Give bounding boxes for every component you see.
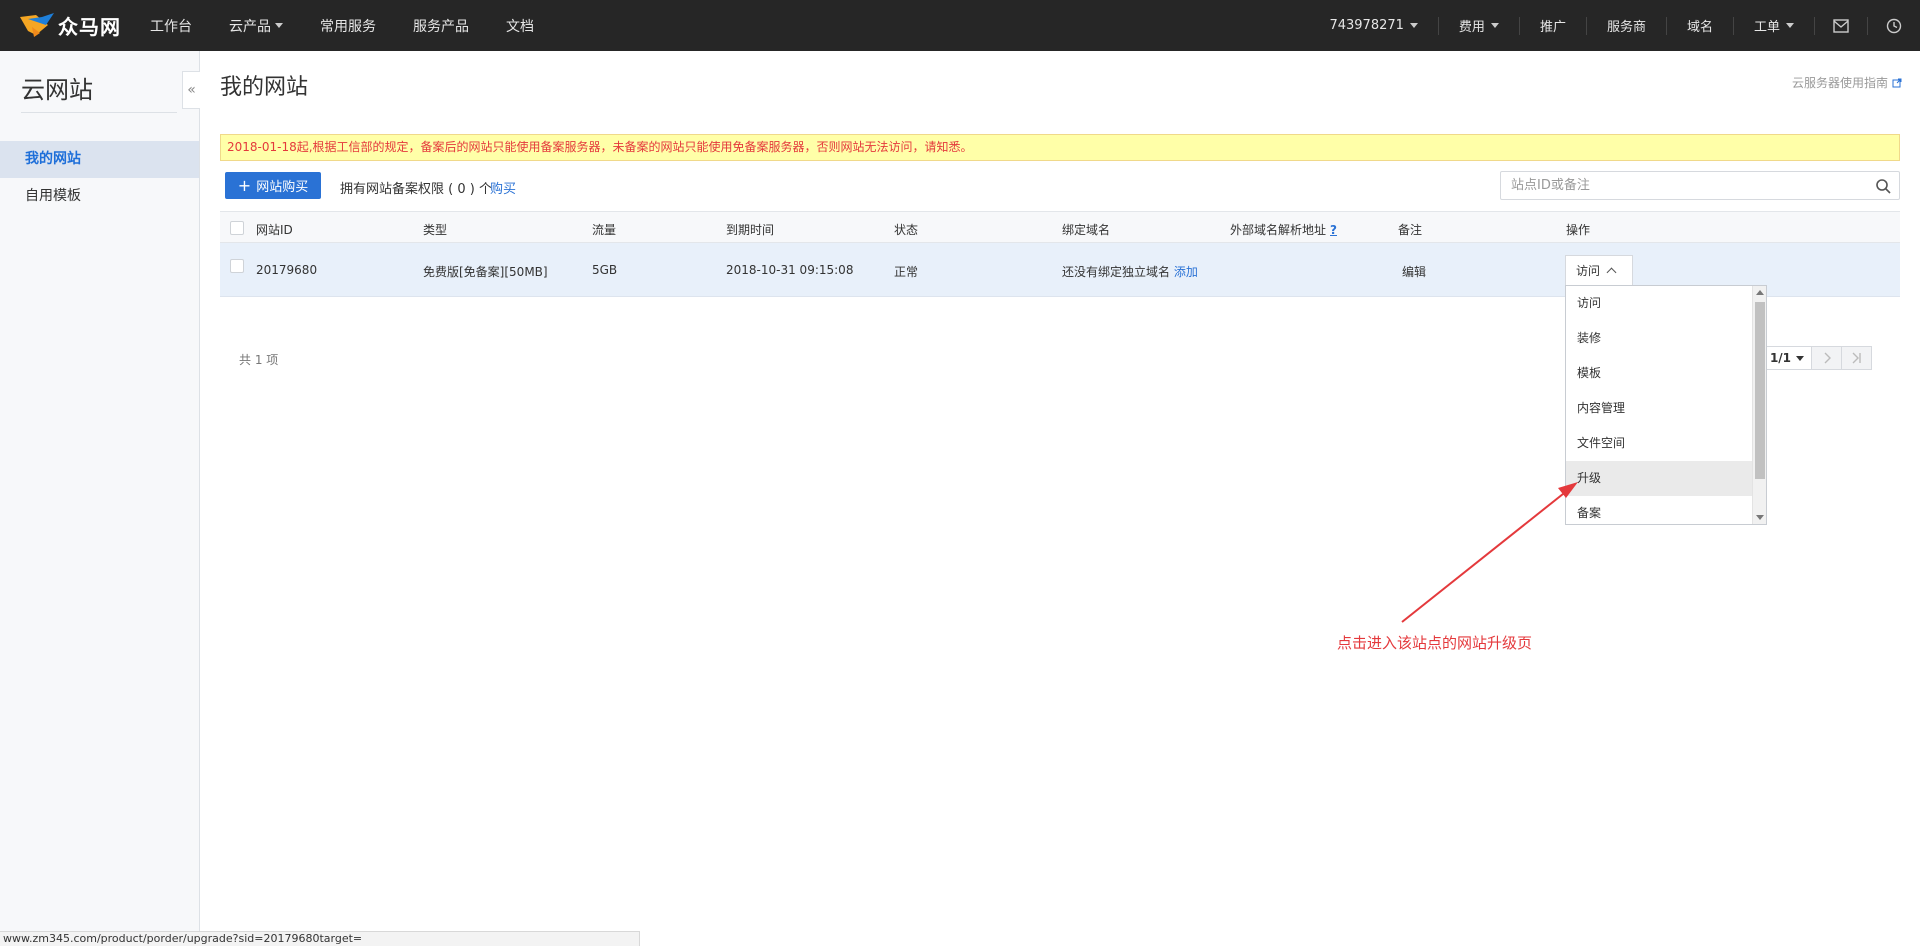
ticket-label: 工单: [1753, 20, 1780, 35]
scroll-up-icon[interactable]: [1756, 290, 1764, 295]
operation-select-label: 访问: [1576, 264, 1601, 278]
col-site-id: 网站ID: [256, 223, 293, 237]
sidebar-collapse-button[interactable]: «: [182, 71, 200, 109]
page-indicator: 1/1: [1769, 351, 1792, 365]
operation-select[interactable]: 访问: [1565, 255, 1633, 285]
select-all-checkbox[interactable]: [230, 221, 244, 235]
dropdown-option-visit[interactable]: 访问: [1566, 286, 1752, 321]
domain-link[interactable]: 域名: [1665, 16, 1733, 35]
guide-link-label: 云服务器使用指南: [1791, 76, 1888, 90]
col-type: 类型: [423, 223, 448, 237]
top-navbar: 众马网 工作台 云产品 常用服务 服务产品 文档 743978271 费用 推广…: [0, 0, 1920, 51]
caret-down-icon: [1409, 23, 1418, 28]
page-title: 我的网站: [220, 75, 309, 100]
clock-icon: [1886, 18, 1902, 33]
cell-type: 免费版[免备案][50MB]: [423, 265, 548, 279]
dropdown-option-upgrade[interactable]: 升级: [1566, 461, 1752, 496]
dropdown-option-decorate[interactable]: 装修: [1566, 321, 1752, 356]
nav-cloud-products[interactable]: 云产品: [229, 16, 283, 36]
top-nav: 工作台 云产品 常用服务 服务产品 文档: [150, 0, 571, 51]
sidebar-item-templates[interactable]: 自用模板: [0, 178, 199, 215]
row-checkbox[interactable]: [230, 259, 244, 273]
search-box: [1500, 171, 1900, 200]
sidebar: 云网站 我的网站 自用模板: [0, 51, 200, 946]
col-external-label: 外部域名解析地址: [1230, 223, 1327, 237]
col-expire: 到期时间: [726, 223, 775, 237]
history-button[interactable]: [1867, 16, 1920, 35]
nav-common-services[interactable]: 常用服务: [320, 16, 376, 36]
status-url-bar: www.zm345.com/product/porder/upgrade?sid…: [0, 931, 640, 946]
quota-buy-link[interactable]: 购买: [490, 178, 516, 197]
fees-label: 费用: [1458, 20, 1485, 35]
cell-expire: 2018-10-31 09:15:08: [726, 263, 854, 277]
sidebar-title: 云网站: [21, 76, 93, 104]
brand-name: 众马网: [58, 14, 121, 39]
brand-logo-icon: [20, 13, 54, 37]
dropdown-option-content[interactable]: 内容管理: [1566, 391, 1752, 426]
caret-down-icon: [1490, 23, 1499, 28]
next-page-button[interactable]: [1812, 346, 1842, 370]
scroll-down-icon[interactable]: [1756, 515, 1764, 520]
promote-link[interactable]: 推广: [1518, 16, 1586, 35]
add-domain-link[interactable]: 添加: [1174, 265, 1198, 279]
account-menu[interactable]: 743978271: [1309, 17, 1437, 35]
last-page-button[interactable]: [1842, 346, 1872, 370]
search-icon[interactable]: [1875, 178, 1891, 194]
table-header: 网站ID 类型 流量 到期时间 状态 绑定域名 外部域名解析地址? 备注 操作: [220, 211, 1900, 243]
brand-logo[interactable]: 众马网: [18, 9, 121, 41]
dropdown-option-filing[interactable]: 备案: [1566, 496, 1752, 524]
top-right-menu: 743978271 费用 推广 服务商 域名 工单: [1309, 0, 1920, 51]
annotation-text: 点击进入该站点的网站升级页: [1337, 634, 1533, 652]
account-id: 743978271: [1329, 18, 1404, 33]
cell-traffic: 5GB: [592, 263, 618, 277]
double-chevron-left-icon: «: [187, 82, 196, 98]
edit-remark-link[interactable]: 编辑: [1402, 263, 1426, 280]
col-status: 状态: [894, 223, 919, 237]
last-page-icon: [1852, 352, 1861, 364]
col-actions: 操作: [1566, 223, 1591, 237]
nav-cloud-products-label: 云产品: [229, 18, 271, 35]
chevron-right-icon: [1824, 352, 1831, 364]
dropdown-scrollbar[interactable]: [1752, 286, 1766, 524]
provider-link[interactable]: 服务商: [1585, 16, 1666, 35]
cell-status: 正常: [894, 265, 919, 279]
operation-dropdown-list: 访问 装修 模板 内容管理 文件空间 升级 备案: [1565, 285, 1767, 525]
col-external: 外部域名解析地址?: [1230, 221, 1337, 238]
col-domain: 绑定域名: [1062, 223, 1111, 237]
scroll-thumb[interactable]: [1755, 302, 1765, 479]
notice-banner: 2018-01-18起,根据工信部的规定，备案后的网站只能使用备案服务器，未备案…: [220, 134, 1900, 161]
external-link-icon: [1892, 78, 1902, 87]
pagination: 1/1: [1762, 346, 1872, 370]
cell-domain-text: 还没有绑定独立域名: [1062, 265, 1171, 279]
dropdown-option-files[interactable]: 文件空间: [1566, 426, 1752, 461]
help-icon[interactable]: ?: [1330, 223, 1337, 237]
guide-link[interactable]: 云服务器使用指南: [1792, 74, 1902, 91]
plus-icon: +: [237, 175, 252, 195]
caret-down-icon: [275, 23, 283, 28]
mail-icon: [1833, 18, 1849, 33]
nav-service-products[interactable]: 服务产品: [413, 16, 469, 36]
search-input[interactable]: [1501, 172, 1861, 199]
total-count: 共 1 项: [239, 353, 279, 367]
nav-workbench[interactable]: 工作台: [150, 16, 192, 36]
cell-site-id: 20179680: [256, 263, 318, 277]
ticket-menu[interactable]: 工单: [1732, 16, 1814, 35]
col-traffic: 流量: [592, 223, 617, 237]
buy-site-label: 网站购买: [256, 180, 309, 195]
col-remark: 备注: [1398, 223, 1423, 237]
sidebar-divider: [21, 112, 177, 113]
dropdown-option-template[interactable]: 模板: [1566, 356, 1752, 391]
buy-site-button[interactable]: + 网站购买: [225, 172, 321, 199]
nav-docs[interactable]: 文档: [506, 16, 534, 36]
mail-button[interactable]: [1814, 16, 1867, 35]
chevron-up-icon: [1606, 267, 1617, 278]
quota-text: 拥有网站备案权限 ( 0 ) 个: [340, 182, 492, 197]
fees-menu[interactable]: 费用: [1437, 16, 1519, 35]
sidebar-item-my-sites[interactable]: 我的网站: [0, 141, 199, 178]
cell-domain: 还没有绑定独立域名 添加: [1062, 263, 1198, 280]
caret-down-icon: [1786, 23, 1794, 28]
page-select[interactable]: 1/1: [1762, 346, 1812, 370]
caret-down-icon: [1796, 355, 1805, 361]
